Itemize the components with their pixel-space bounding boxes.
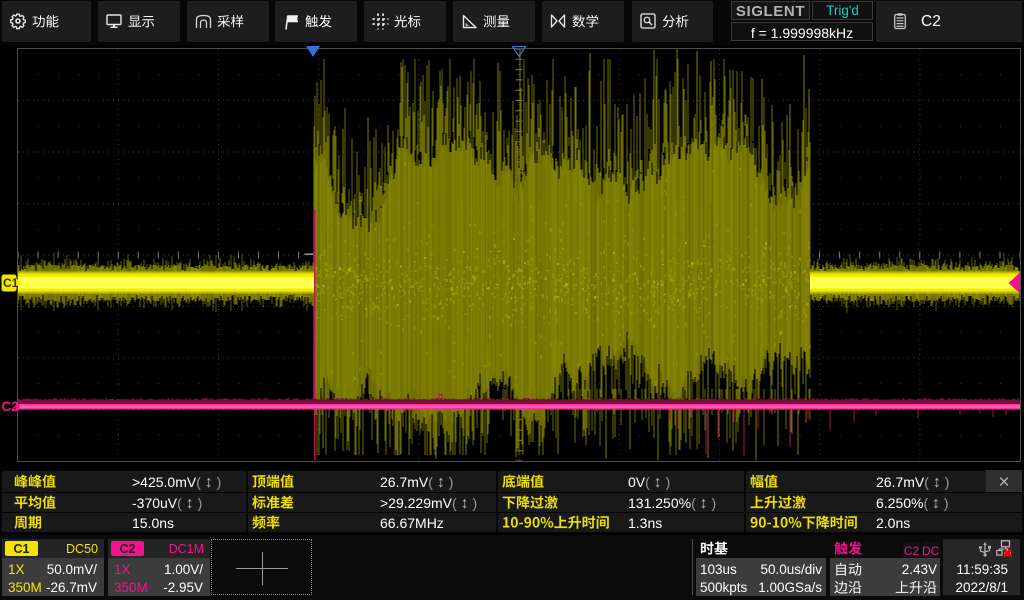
svg-text:C1: C1 [3, 276, 19, 290]
